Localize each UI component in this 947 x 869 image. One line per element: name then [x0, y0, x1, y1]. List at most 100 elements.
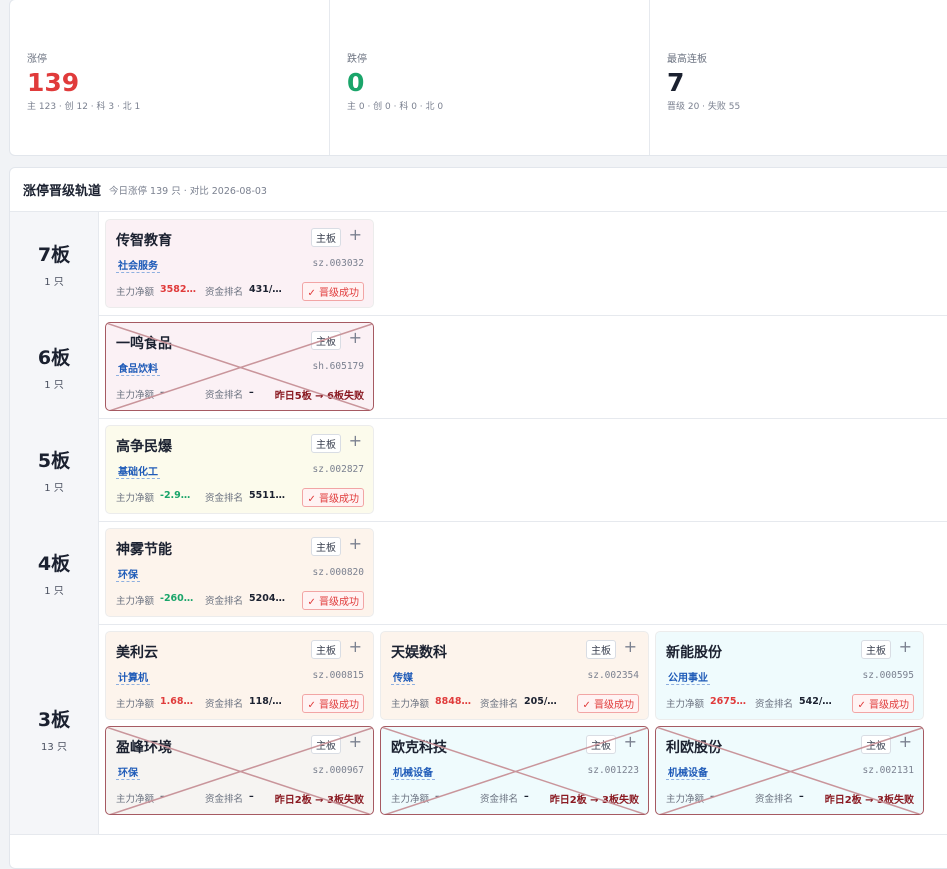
- stock-code: sz.000595: [862, 670, 914, 681]
- stock-name: 新能股份: [666, 645, 722, 661]
- stat-value: 7: [667, 68, 685, 97]
- plus-icon[interactable]: +: [349, 638, 362, 656]
- plus-icon[interactable]: +: [624, 638, 637, 656]
- stock-code: sz.002827: [312, 464, 364, 475]
- stat-limit-up: 涨停 139 主 123 · 创 12 · 科 3 · 北 1: [10, 0, 330, 155]
- fund-rank-label: 资金排名: [205, 699, 244, 710]
- badge-text: 晋级成功: [319, 700, 359, 711]
- promotion-fail-text: 昨日2板 → 3板失败: [274, 795, 364, 806]
- stock-card[interactable]: 盈峰环境 主板 + 环保 sz.000967 主力净额 – 资金排名 – 昨日2板 → 3板失败: [105, 726, 374, 815]
- board-tag: 主板: [311, 537, 341, 556]
- tier-label: 7板 1 只: [10, 212, 99, 315]
- plus-icon[interactable]: +: [349, 432, 362, 450]
- sector-link[interactable]: 食品饮料: [116, 360, 160, 376]
- plus-icon[interactable]: +: [349, 733, 362, 751]
- net-flow-label: 主力净额: [116, 493, 155, 504]
- net-flow-label: 主力净额: [391, 699, 430, 710]
- stat-limit-down: 跌停 0 主 0 · 创 0 · 科 0 · 北 0: [330, 0, 650, 155]
- plus-icon[interactable]: +: [899, 733, 912, 751]
- stock-code: sz.002131: [862, 765, 914, 776]
- panel-header: 涨停晋级轨道 今日涨停 139 只 · 对比 2026-08-03: [10, 168, 947, 212]
- net-flow-label: 主力净额: [666, 699, 705, 710]
- net-flow-value: –: [710, 791, 715, 802]
- stock-code: sz.000967: [312, 765, 364, 776]
- tier-label: 4板 1 只: [10, 521, 99, 624]
- stat-value: 0: [347, 68, 365, 97]
- card-metrics: 主力净额 -2.9… 资金排名 5511… ✓ 晋级成功: [116, 488, 364, 507]
- stock-card[interactable]: 新能股份 主板 + 公用事业 sz.000595 主力净额 2675… 资金排名 542/… ✓ …: [655, 631, 924, 720]
- stock-name: 天娱数科: [391, 645, 447, 661]
- stat-value: 139: [27, 68, 80, 97]
- fund-rank-value: 205/…: [524, 696, 557, 707]
- plus-icon[interactable]: +: [899, 638, 912, 656]
- tier-row: 3板 13 只美利云 主板 + 计算机 sz.000815 主力净额 1.68… 资金排名 118…: [10, 624, 947, 835]
- promotion-success-badge: ✓ 晋级成功: [852, 694, 914, 713]
- promotion-success-badge: ✓ 晋级成功: [302, 591, 364, 610]
- board-tag: 主板: [311, 434, 341, 453]
- promotion-success-badge: ✓ 晋级成功: [577, 694, 639, 713]
- stock-card[interactable]: 传智教育 主板 + 社会服务 sz.003032 主力净额 3582… 资金排名 431/… ✓ …: [105, 219, 374, 308]
- panel-title: 涨停晋级轨道: [23, 184, 102, 199]
- tier-name: 5板: [37, 449, 71, 472]
- stat-max-streak: 最高连板 7 晋级 20 · 失败 55: [650, 0, 947, 155]
- stat-label: 跌停: [347, 54, 367, 65]
- sector-link[interactable]: 机械设备: [666, 764, 710, 780]
- stock-name: 传智教育: [116, 233, 172, 249]
- sector-link[interactable]: 计算机: [116, 669, 150, 685]
- board-tag: 主板: [311, 228, 341, 247]
- tier-row: 7板 1 只 传智教育 主板 + 社会服务 sz.003032 主力净额 3582… 资金排名 43…: [10, 212, 947, 316]
- net-flow-value: -260…: [160, 593, 194, 604]
- net-flow-value: –: [160, 387, 165, 398]
- check-icon: ✓: [582, 700, 594, 711]
- stock-card[interactable]: 高争民爆 主板 + 基础化工 sz.002827 主力净额 -2.9… 资金排名 5511… ✓ …: [105, 425, 374, 514]
- stock-card[interactable]: 一鸣食品 主板 + 食品饮料 sh.605179 主力净额 – 资金排名 – 昨日5板 → 6板失…: [105, 322, 374, 411]
- check-icon: ✓: [857, 700, 869, 711]
- board-tag: 主板: [311, 640, 341, 659]
- sector-link[interactable]: 环保: [116, 764, 140, 780]
- card-metrics: 主力净额 – 资金排名 – 昨日2板 → 3板失败: [391, 789, 639, 806]
- sector-link[interactable]: 基础化工: [116, 463, 160, 479]
- check-icon: ✓: [307, 597, 319, 608]
- tier-name: 3板: [37, 709, 71, 731]
- net-flow-label: 主力净额: [116, 596, 155, 607]
- plus-icon[interactable]: +: [349, 535, 362, 553]
- sector-link[interactable]: 公用事业: [666, 669, 710, 685]
- stat-label: 涨停: [27, 54, 47, 65]
- promotion-track-panel: 涨停晋级轨道 今日涨停 139 只 · 对比 2026-08-03 7板 1 只传…: [9, 167, 947, 869]
- board-tag: 主板: [586, 640, 616, 659]
- plus-icon[interactable]: +: [349, 329, 362, 347]
- board-tag: 主板: [861, 735, 891, 754]
- fund-rank-label: 资金排名: [205, 794, 244, 805]
- fund-rank-label: 资金排名: [205, 287, 244, 298]
- stock-name: 利欧股份: [666, 740, 722, 756]
- stock-code: sz.000820: [312, 567, 364, 578]
- card-metrics: 主力净额 – 资金排名 – 昨日2板 → 3板失败: [116, 789, 364, 806]
- card-metrics: 主力净额 – 资金排名 – 昨日5板 → 6板失败: [116, 385, 364, 402]
- stock-card[interactable]: 美利云 主板 + 计算机 sz.000815 主力净额 1.68… 资金排名 118/… ✓ 晋级…: [105, 631, 374, 720]
- sector-link[interactable]: 传媒: [391, 669, 415, 685]
- net-flow-label: 主力净额: [116, 794, 155, 805]
- tier-count: 1 只: [44, 276, 64, 288]
- sector-link[interactable]: 机械设备: [391, 764, 435, 780]
- net-flow-label: 主力净额: [391, 794, 430, 805]
- stock-card[interactable]: 欧克科技 主板 + 机械设备 sz.001223 主力净额 – 资金排名 – 昨日2板 → 3板失…: [380, 726, 649, 815]
- stock-name: 高争民爆: [116, 439, 172, 455]
- net-flow-value: -2.9…: [160, 490, 191, 501]
- stock-card[interactable]: 利欧股份 主板 + 机械设备 sz.002131 主力净额 – 资金排名 – 昨日2板 → 3板失…: [655, 726, 924, 815]
- tier-row: 6板 1 只一鸣食品 主板 + 食品饮料 sh.605179 主力净额 – 资金排名 – 昨日5板 …: [10, 315, 947, 419]
- net-flow-label: 主力净额: [666, 794, 705, 805]
- sector-link[interactable]: 环保: [116, 566, 140, 582]
- plus-icon[interactable]: +: [349, 226, 362, 244]
- stock-card[interactable]: 神雾节能 主板 + 环保 sz.000820 主力净额 -260… 资金排名 5204… ✓ 晋级…: [105, 528, 374, 617]
- stock-name: 一鸣食品: [116, 336, 172, 352]
- stat-breakdown: 主 123 · 创 12 · 科 3 · 北 1: [27, 102, 141, 112]
- sector-link[interactable]: 社会服务: [116, 257, 160, 273]
- fund-rank-label: 资金排名: [205, 493, 244, 504]
- tier-label: 6板 1 只: [10, 315, 99, 418]
- plus-icon[interactable]: +: [624, 733, 637, 751]
- stock-card[interactable]: 天娱数科 主板 + 传媒 sz.002354 主力净额 8848… 资金排名 205/… ✓ 晋级…: [380, 631, 649, 720]
- board-tag: 主板: [311, 735, 341, 754]
- net-flow-value: 8848…: [435, 696, 471, 707]
- board-tag: 主板: [311, 331, 341, 350]
- promotion-fail-text: 昨日5板 → 6板失败: [274, 391, 364, 402]
